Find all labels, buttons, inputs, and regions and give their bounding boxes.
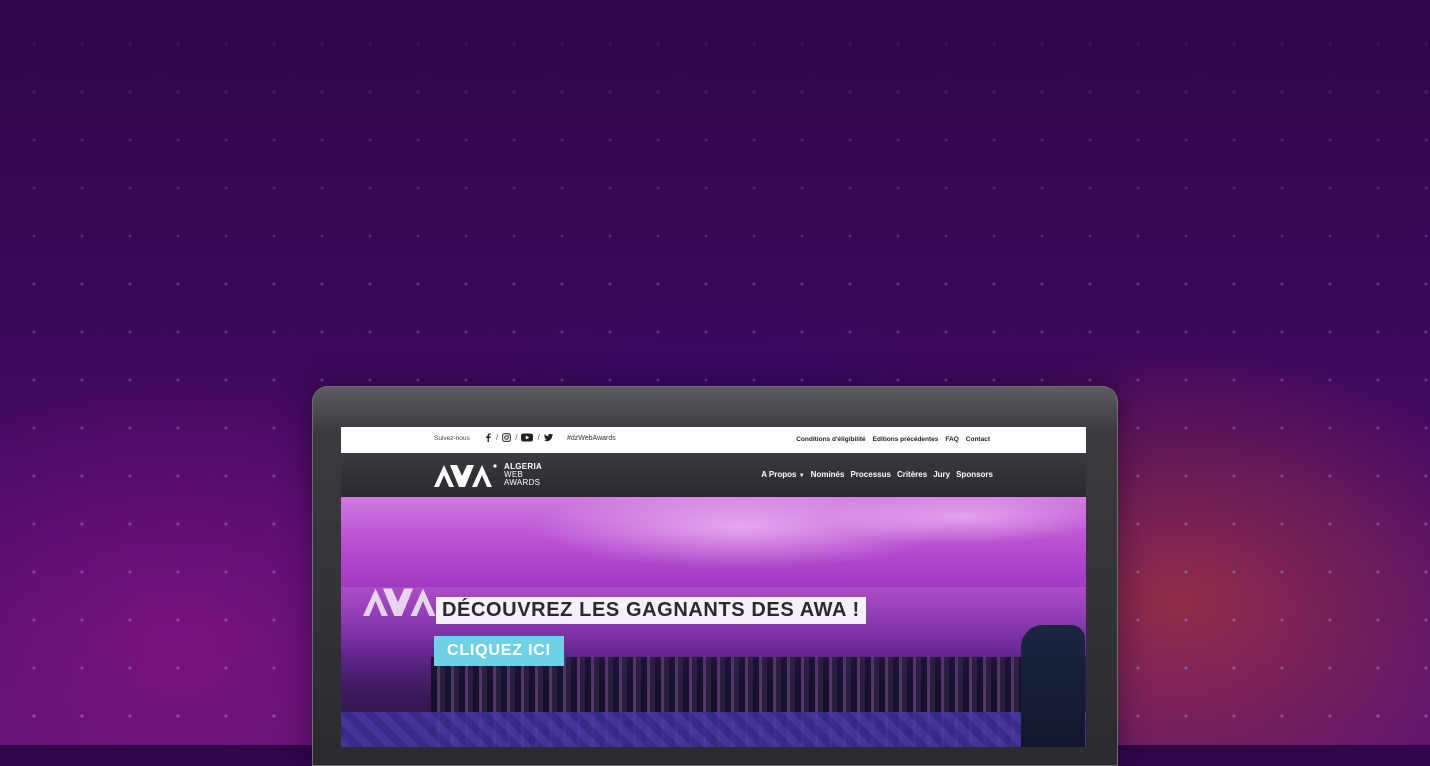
- hashtag-label: #dzWebAwards: [567, 435, 616, 442]
- logo-line-awards: AWARDS: [504, 478, 541, 487]
- twitter-icon[interactable]: [543, 433, 553, 442]
- facebook-icon[interactable]: [483, 433, 492, 442]
- top-links: Conditions d'éligibilité Editions précéd…: [796, 436, 990, 443]
- link-contact[interactable]: Contact: [966, 436, 990, 443]
- nav-item-label: A Propos: [761, 470, 797, 479]
- hero-floor: [341, 712, 1086, 747]
- link-faq[interactable]: FAQ: [945, 436, 958, 443]
- caret-down-icon: ▼: [798, 473, 805, 479]
- nav-item-nomines[interactable]: Nominés: [811, 470, 845, 479]
- hero-logo-watermark: [363, 588, 436, 616]
- laptop-screen: Suivez-nous / / / #dzWebAwards Condition…: [341, 427, 1086, 747]
- nav-item-processus[interactable]: Processus: [850, 470, 890, 479]
- nav-item-a-propos[interactable]: A Propos ▼: [761, 470, 804, 479]
- instagram-icon[interactable]: [502, 433, 512, 442]
- follow-label: Suivez-nous: [434, 435, 470, 442]
- nav-item-jury[interactable]: Jury: [933, 470, 950, 479]
- cta-button[interactable]: CLIQUEZ ICI: [434, 636, 564, 666]
- hero-banner: DÉCOUVREZ LES GAGNANTS DES AWA ! CLIQUEZ…: [341, 497, 1086, 747]
- nav-item-sponsors[interactable]: Sponsors: [956, 470, 993, 479]
- awa-logo[interactable]: ALGERIA WEB AWARDS: [434, 462, 542, 488]
- separator: /: [515, 433, 518, 442]
- awa-logo-mark: [434, 464, 497, 487]
- hero-ceiling-lights: [341, 497, 1086, 577]
- social-links: / / /: [483, 433, 553, 442]
- link-eligibility[interactable]: Conditions d'éligibilité: [796, 436, 865, 443]
- separator: /: [496, 433, 499, 442]
- nav-links: A Propos ▼ Nominés Processus Critères Ju…: [761, 470, 993, 479]
- hero-headline: DÉCOUVREZ LES GAGNANTS DES AWA !: [436, 597, 866, 624]
- link-previous-editions[interactable]: Editions précédentes: [873, 436, 939, 443]
- nav-item-criteres[interactable]: Critères: [897, 470, 927, 479]
- main-navbar: ALGERIA WEB AWARDS A Propos ▼ Nominés Pr…: [341, 453, 1086, 497]
- separator: /: [537, 433, 540, 442]
- hero-cameraman: [1021, 625, 1085, 747]
- logo-text: ALGERIA WEB AWARDS: [504, 463, 542, 487]
- top-bar: Suivez-nous / / / #dzWebAwards Condition…: [341, 427, 1086, 453]
- youtube-icon[interactable]: [521, 433, 534, 442]
